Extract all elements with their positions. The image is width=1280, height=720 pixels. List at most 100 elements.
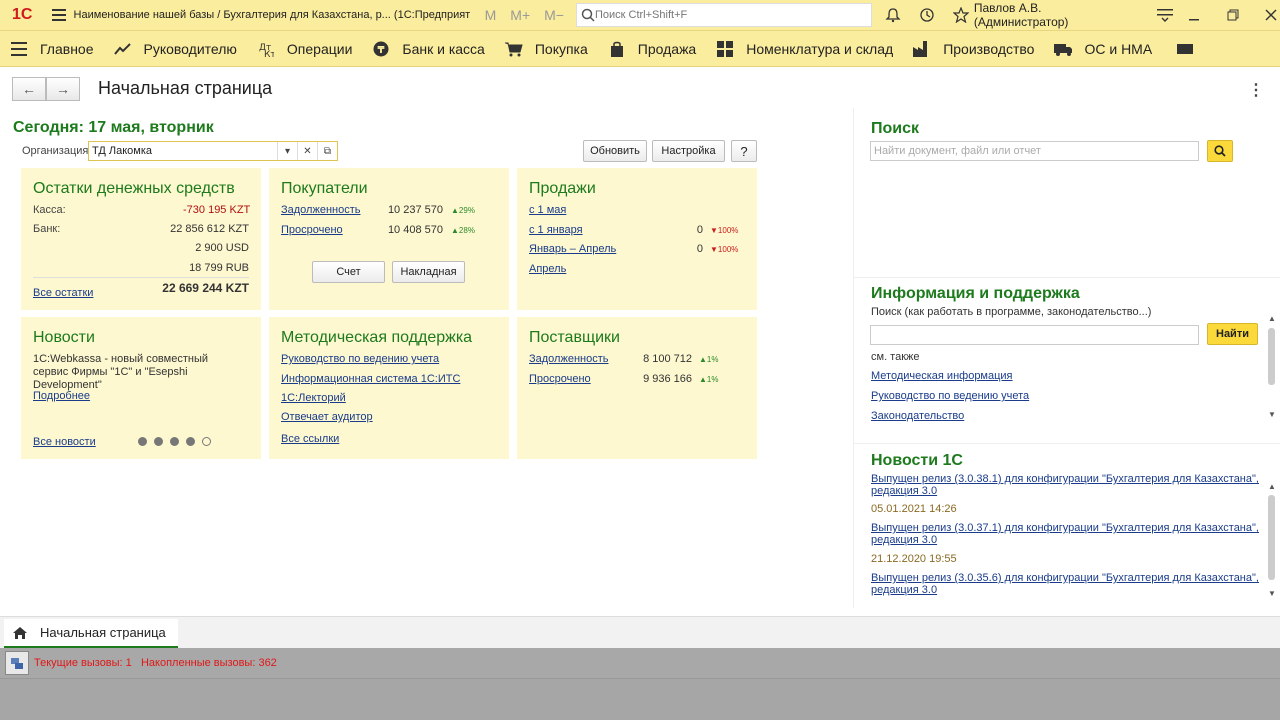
method-title: Методическая поддержка [281,329,473,346]
suppliers-debt-link[interactable]: Задолженность [529,353,609,365]
method-link-guide[interactable]: Руководство по ведению учета [281,353,439,365]
buyers-overdue-link[interactable]: Просрочено [281,224,343,236]
scroll-down-icon[interactable]: ▼ [1268,410,1276,419]
buyers-debt-value: 10 237 570 [387,204,443,216]
clear-icon[interactable]: ✕ [297,142,317,160]
all-balances-link[interactable]: Все остатки [33,287,93,299]
search-title: Поиск [871,120,920,137]
sales-widget: Продажи [517,168,757,310]
pager-dot-active[interactable] [202,437,211,446]
restore-icon[interactable] [1224,6,1242,24]
news1c-item-2[interactable]: Выпущен релиз (3.0.37.1) для конфигураци… [871,522,1259,534]
section-director[interactable]: Руководителю [104,31,247,67]
m-minus-button[interactable]: M− [544,7,564,23]
doc-search-button[interactable] [1207,140,1233,162]
more-vertical-icon[interactable]: ⋮ [1248,80,1264,100]
info-link-guide[interactable]: Руководство по ведению учета [871,390,1029,402]
pager-dot[interactable] [186,437,195,446]
star-icon[interactable] [952,6,970,24]
news-more-link[interactable]: Подробнее [33,390,90,402]
section-operations[interactable]: Дт Кт Операции [247,31,363,67]
sales-january-delta: ▼100% [710,226,739,235]
section-purchase[interactable]: Покупка [495,31,598,67]
section-bank[interactable]: ₸ Банк и касса [362,31,494,67]
window-title: Наименование нашей базы / Бухгалтерия дл… [73,9,471,21]
search-icon [581,8,595,22]
section-production[interactable]: Производство [903,31,1044,67]
method-link-all[interactable]: Все ссылки [281,433,339,445]
suppliers-widget: Поставщики [517,317,757,459]
info-scrollbar[interactable] [1268,328,1275,385]
info-link-method[interactable]: Методическая информация [871,370,1013,382]
info-link-law[interactable]: Законодательство [871,410,964,422]
bell-icon[interactable] [884,6,902,24]
back-button[interactable]: ← [12,77,46,101]
section-sales[interactable]: Продажа [598,31,706,67]
suppliers-overdue-delta: ▲1% [699,375,719,384]
global-search[interactable] [575,3,872,27]
sales-april-link[interactable]: Апрель [529,263,566,275]
refresh-button[interactable]: Обновить [583,140,647,162]
global-search-input[interactable] [594,9,865,21]
news1c-item-1-edition[interactable]: редакция 3.0 [871,485,937,497]
minimize-icon[interactable] [1186,6,1204,24]
find-button[interactable]: Найти [1207,323,1258,345]
method-link-its[interactable]: Информационная система 1С:ИТС [281,373,460,385]
status-calls: Текущие вызовы: 1 Накопленные вызовы: 36… [34,657,277,669]
info-search-input[interactable] [870,325,1199,345]
section-more[interactable] [1162,31,1216,67]
news-all-link[interactable]: Все новости [33,436,96,448]
news-pager [138,437,211,446]
news1c-item-2-edition[interactable]: редакция 3.0 [871,534,937,546]
server-calls-icon[interactable] [5,651,29,675]
waybill-button[interactable]: Накладная [392,261,465,283]
tab-home[interactable]: Начальная страница [4,619,178,648]
buyers-debt-link[interactable]: Задолженность [281,204,361,216]
org-value[interactable]: ТД Лакомка [89,145,277,157]
section-nomenclature[interactable]: Номенклатура и склад [706,31,903,67]
arrow-right-icon: → [56,81,70,97]
total-divider [33,277,249,278]
history-icon[interactable] [918,6,936,24]
see-also: см. также [871,351,920,363]
kassa-label: Касса: [33,204,66,216]
main-menu-icon[interactable] [44,9,74,21]
news1c-item-1[interactable]: Выпущен релиз (3.0.38.1) для конфигураци… [871,473,1259,485]
pane-divider [853,108,854,608]
cash-total: 22 669 244 KZT [162,281,249,295]
help-button[interactable]: ? [731,140,757,162]
method-link-lectures[interactable]: 1С:Лекторий [281,392,346,404]
open-icon[interactable]: ⧉ [317,142,337,160]
forward-button[interactable]: → [46,77,80,101]
svg-text:Кт: Кт [264,50,274,57]
sales-jan-apr-link[interactable]: Январь – Апрель [529,243,616,255]
news-scrollbar[interactable] [1268,495,1275,580]
m-button[interactable]: M [485,7,497,23]
m-plus-button[interactable]: M+ [510,7,530,23]
pager-dot[interactable] [154,437,163,446]
news1c-item-3[interactable]: Выпущен релиз (3.0.35.6) для конфигураци… [871,572,1259,584]
invoice-button[interactable]: Счет [312,261,385,283]
close-icon[interactable] [1262,6,1280,24]
sales-may-link[interactable]: с 1 мая [529,204,566,216]
org-field[interactable]: ТД Лакомка ▾ ✕ ⧉ [88,141,338,161]
app-logo[interactable]: 1С [0,6,44,24]
settings-button[interactable]: Настройка [652,140,725,162]
doc-search-input[interactable]: Найти документ, файл или отчет [870,141,1199,161]
dropdown-icon[interactable]: ▾ [277,142,297,160]
settings-menu-icon[interactable] [1156,6,1174,24]
method-link-auditor[interactable]: Отвечает аудитор [281,411,373,423]
pager-dot[interactable] [170,437,179,446]
sections-panel: Главное Руководителю Дт Кт Операции ₸ Бан… [0,31,1280,67]
pager-dot[interactable] [138,437,147,446]
section-assets[interactable]: ОС и НМА [1044,31,1162,67]
section-main[interactable]: Главное [0,31,104,67]
scroll-down-icon[interactable]: ▼ [1268,589,1276,598]
sales-january-link[interactable]: с 1 января [529,224,583,236]
current-user[interactable]: Павлов А.В. (Администратор) [974,1,1138,29]
scroll-up-icon[interactable]: ▲ [1268,482,1276,491]
suppliers-overdue-link[interactable]: Просрочено [529,373,591,385]
scroll-up-icon[interactable]: ▲ [1268,314,1276,323]
news1c-item-3-edition[interactable]: редакция 3.0 [871,584,937,596]
search-icon [1214,145,1226,157]
